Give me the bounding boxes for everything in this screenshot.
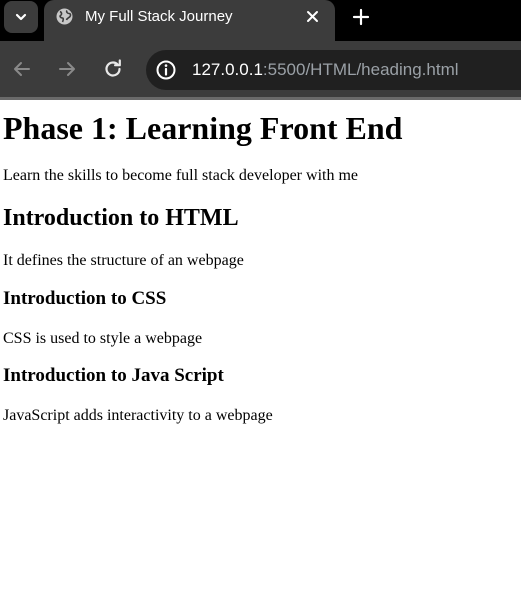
active-tab[interactable]: My Full Stack Journey bbox=[44, 0, 335, 41]
reload-icon[interactable] bbox=[101, 57, 125, 81]
site-info-icon[interactable] bbox=[154, 58, 178, 82]
plus-icon[interactable] bbox=[350, 6, 372, 28]
section-heading-html: Introduction to HTML bbox=[3, 205, 239, 231]
section-text-js: JavaScript adds interactivity to a webpa… bbox=[3, 407, 273, 424]
tab-search-button[interactable] bbox=[4, 1, 38, 33]
tab-title: My Full Stack Journey bbox=[85, 8, 233, 25]
arrow-right-icon[interactable] bbox=[55, 57, 79, 81]
arrow-left-icon[interactable] bbox=[10, 57, 34, 81]
globe-icon bbox=[56, 8, 73, 25]
section-text-html: It defines the structure of an webpage bbox=[3, 252, 244, 269]
url-host: 127.0.0.1 bbox=[192, 60, 263, 79]
url-path: :5500/HTML/heading.html bbox=[262, 60, 459, 79]
url-text[interactable]: 127.0.0.1:5500/HTML/heading.html bbox=[192, 59, 459, 81]
chevron-down-icon bbox=[15, 13, 27, 21]
browser-window: My Full Stack Journey 127.0.0.1:5500/HTM… bbox=[0, 0, 521, 592]
browser-toolbar: 127.0.0.1:5500/HTML/heading.html bbox=[0, 41, 521, 97]
page-heading: Phase 1: Learning Front End bbox=[3, 110, 403, 146]
tab-strip: My Full Stack Journey bbox=[0, 0, 521, 41]
section-heading-js: Introduction to Java Script bbox=[3, 365, 224, 386]
intro-text: Learn the skills to become full stack de… bbox=[3, 167, 358, 184]
section-heading-css: Introduction to CSS bbox=[3, 288, 167, 309]
address-bar[interactable]: 127.0.0.1:5500/HTML/heading.html bbox=[146, 50, 521, 90]
close-icon[interactable] bbox=[304, 8, 321, 25]
section-text-css: CSS is used to style a webpage bbox=[3, 330, 203, 347]
page-content: Phase 1: Learning Front End Learn the sk… bbox=[0, 100, 521, 592]
